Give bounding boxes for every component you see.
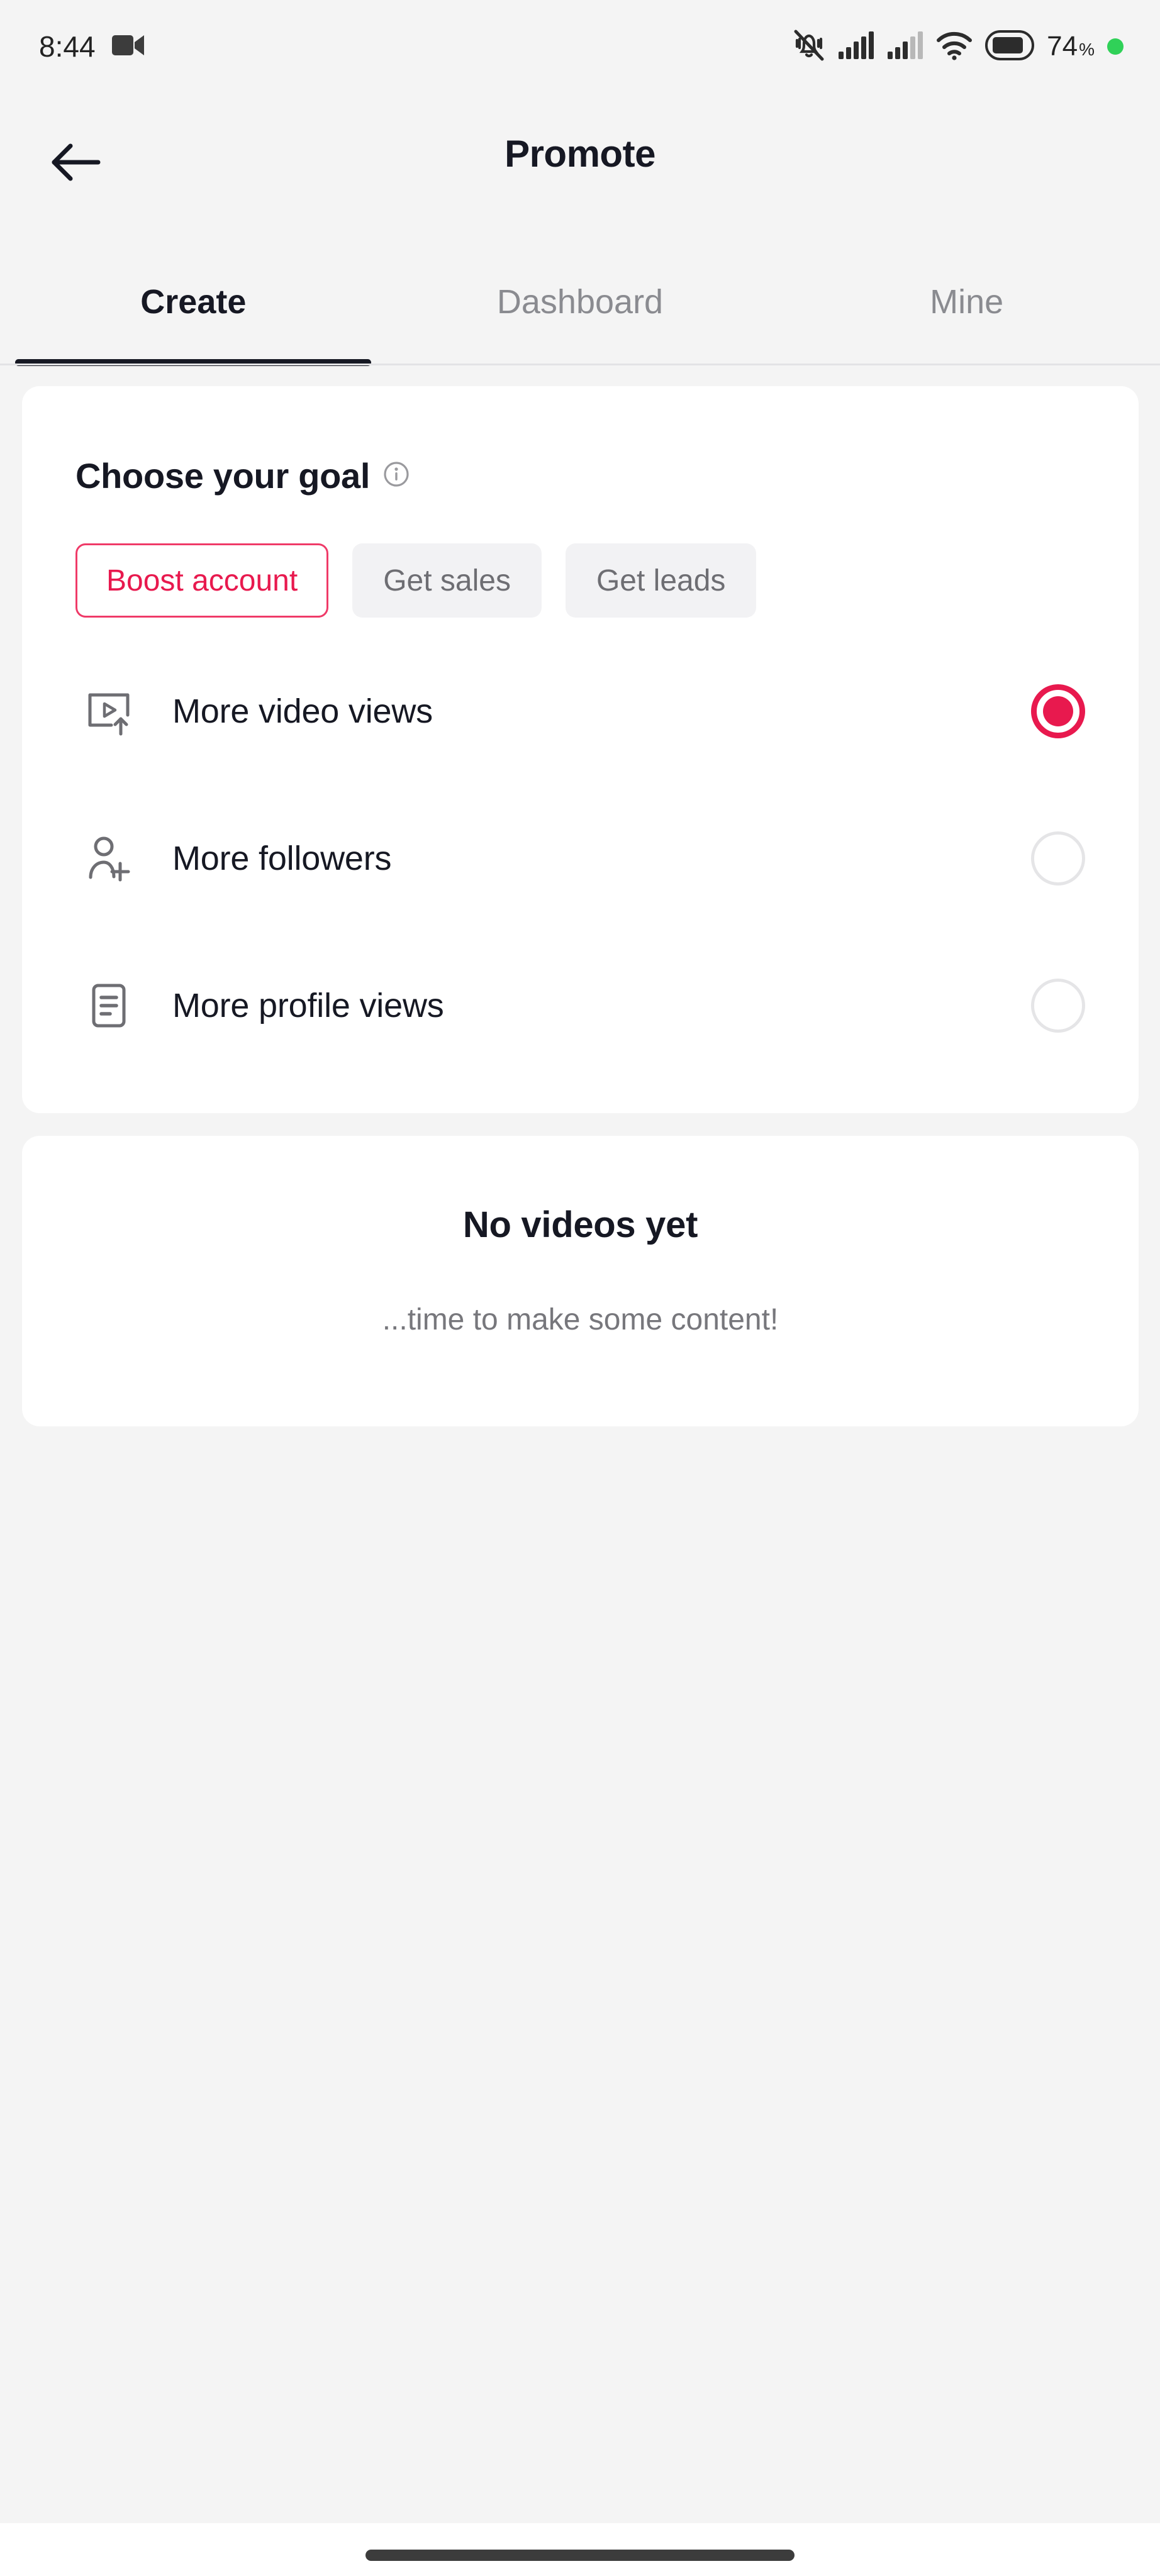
status-bar: 8:44 74 %: [0, 0, 1160, 93]
cellular-signal-icon: [838, 31, 874, 63]
option-more-followers-label: More followers: [172, 840, 392, 877]
battery-level-value: 74: [1047, 31, 1078, 62]
tab-create[interactable]: Create: [0, 252, 387, 366]
status-bar-left: 8:44: [39, 30, 145, 64]
tab-bar: Create Dashboard Mine: [0, 252, 1160, 366]
option-more-profile-views[interactable]: More profile views: [22, 932, 1139, 1079]
radio-more-video-views[interactable]: [1031, 684, 1085, 738]
bell-muted-icon: [793, 28, 825, 66]
goal-option-list: More video views More followers More pro…: [22, 638, 1139, 1079]
chip-get-leads[interactable]: Get leads: [565, 543, 757, 618]
battery-percentage: 74%: [1047, 31, 1095, 62]
home-indicator-bar[interactable]: [365, 2550, 795, 2561]
tab-dashboard[interactable]: Dashboard: [387, 252, 774, 366]
wifi-icon: [936, 30, 973, 64]
person-add-icon: [82, 831, 136, 886]
no-videos-card: No videos yet ...time to make some conte…: [22, 1136, 1139, 1426]
option-more-video-views-label: More video views: [172, 692, 433, 730]
video-camera-icon: [111, 33, 145, 60]
system-navigation-area: [0, 2523, 1160, 2576]
chip-get-sales-label: Get sales: [383, 564, 511, 597]
chip-boost-account[interactable]: Boost account: [75, 543, 329, 618]
tab-mine[interactable]: Mine: [773, 252, 1160, 366]
tab-create-label: Create: [140, 283, 247, 321]
tab-dashboard-label: Dashboard: [496, 283, 664, 321]
option-more-profile-views-label: More profile views: [172, 987, 444, 1024]
choose-goal-card: Choose your goal Boost account Get sales…: [22, 386, 1139, 1113]
radio-more-followers[interactable]: [1031, 831, 1085, 886]
tab-mine-label: Mine: [930, 283, 1004, 321]
radio-more-profile-views[interactable]: [1031, 979, 1085, 1033]
goal-chip-group: Boost account Get sales Get leads: [75, 543, 757, 618]
status-time: 8:44: [39, 30, 96, 63]
cellular-signal-icon: [887, 31, 923, 63]
chip-get-sales[interactable]: Get sales: [352, 543, 542, 618]
choose-goal-title: Choose your goal: [75, 456, 371, 496]
status-bar-right: 74%: [793, 28, 1124, 66]
page-title: Promote: [505, 133, 655, 175]
phone-screen: 8:44 74 % Promote Create Dashboard Mine …: [0, 0, 1160, 2576]
app-header: Promote: [0, 93, 1160, 257]
battery-unit: %: [1079, 40, 1095, 59]
video-upload-icon: [82, 684, 136, 738]
option-more-followers[interactable]: More followers: [22, 785, 1139, 932]
green-status-dot: [1107, 38, 1124, 55]
tab-bar-divider: [0, 364, 1160, 365]
profile-document-icon: [82, 979, 136, 1033]
battery-icon: [985, 30, 1035, 64]
chip-boost-account-label: Boost account: [106, 564, 298, 597]
chip-get-leads-label: Get leads: [596, 564, 726, 597]
no-videos-title: No videos yet: [462, 1204, 698, 1245]
info-circle-icon[interactable]: [382, 455, 410, 496]
option-more-video-views[interactable]: More video views: [22, 638, 1139, 785]
no-videos-subtitle: ...time to make some content!: [382, 1303, 779, 1336]
choose-goal-title-row: Choose your goal: [75, 455, 410, 496]
